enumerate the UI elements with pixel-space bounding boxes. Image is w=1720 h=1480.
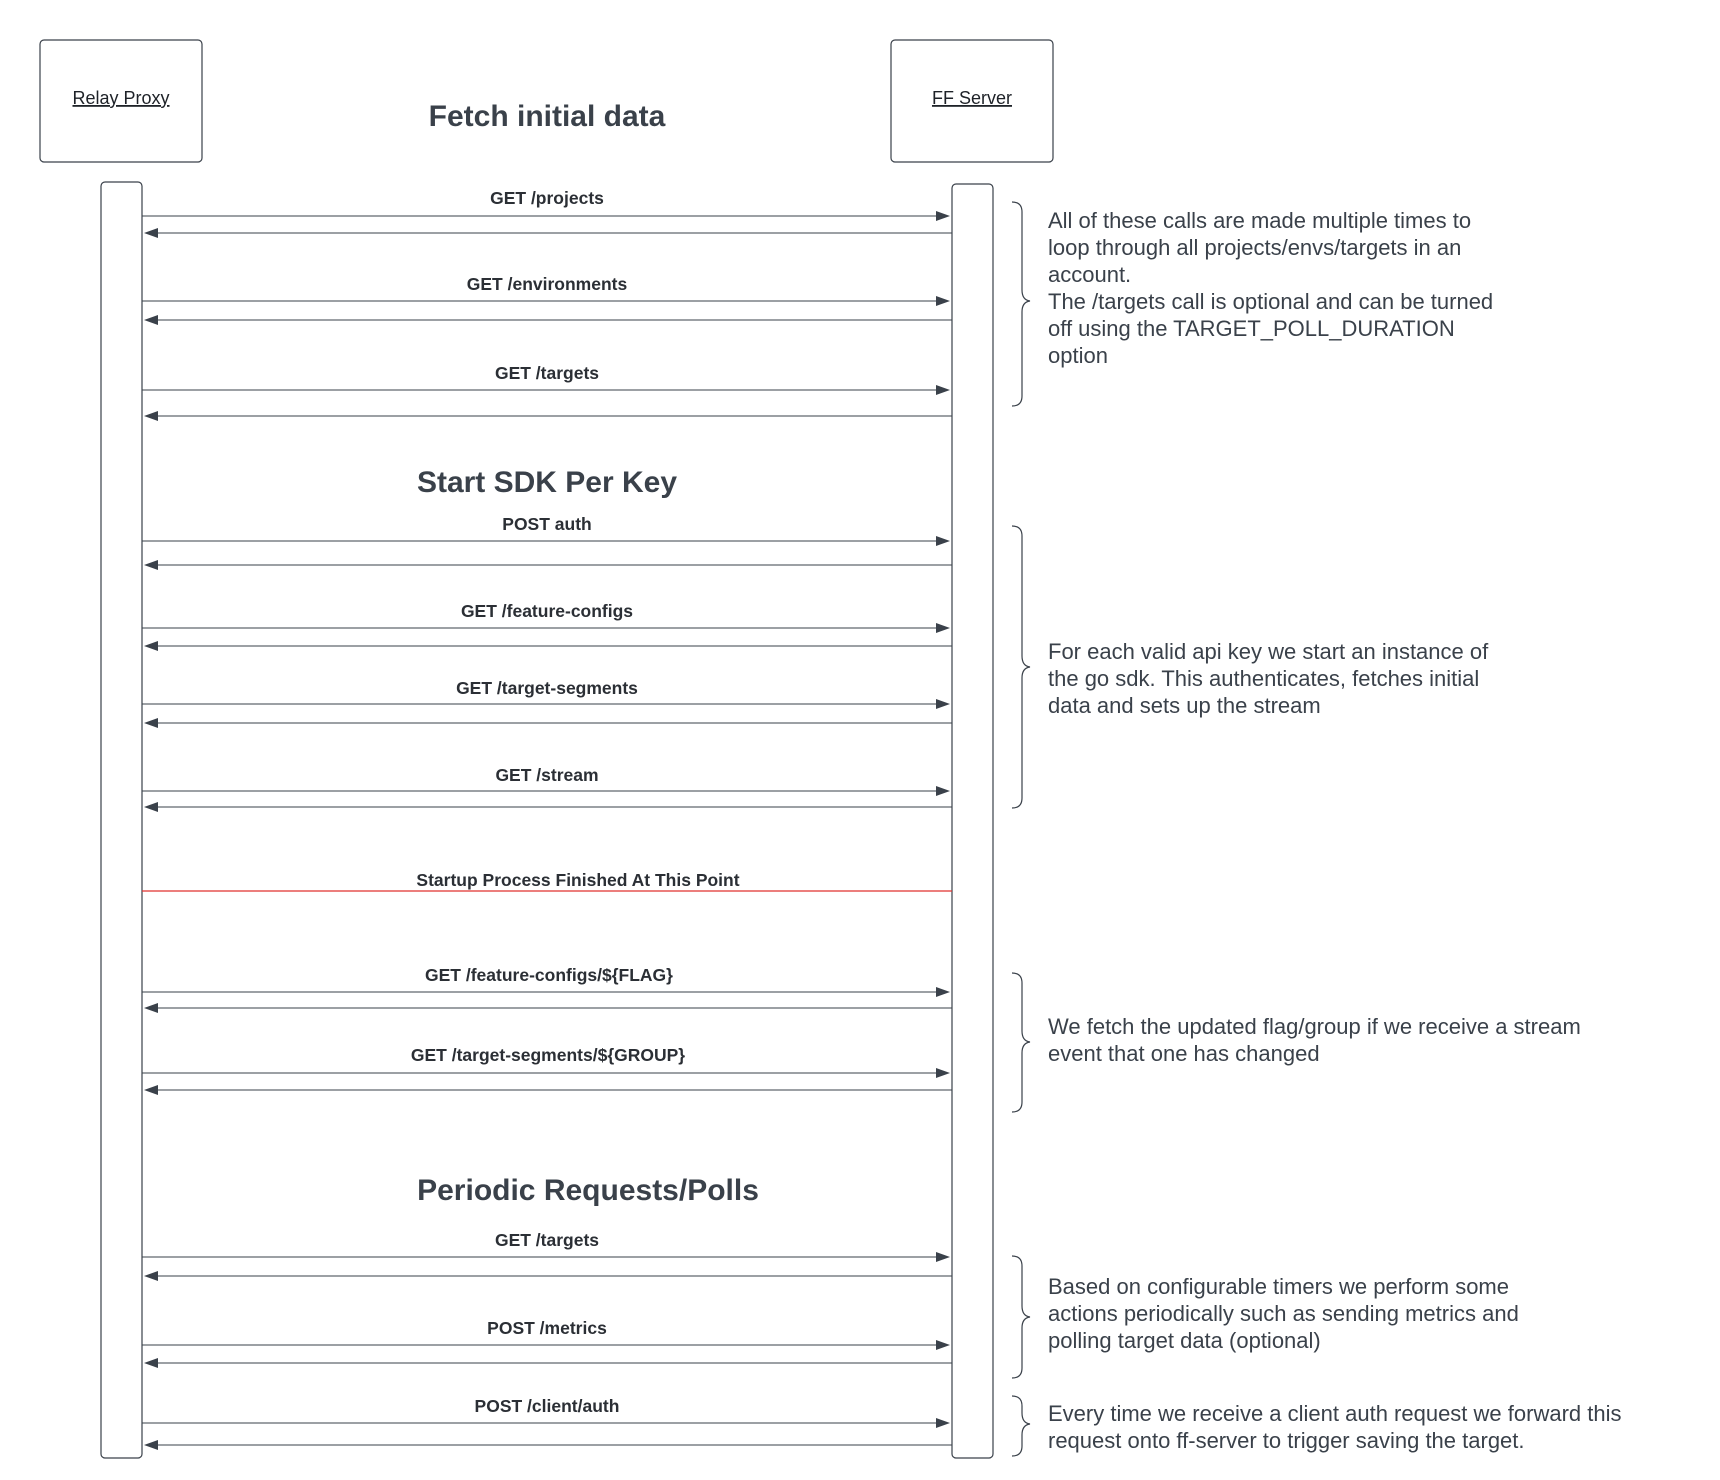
note-line: the go sdk. This authenticates, fetches … — [1048, 666, 1479, 691]
lifeline-ff-server — [951, 183, 994, 1459]
actor-ff-server: FF Server — [890, 39, 1054, 163]
note-line: For each valid api key we start an insta… — [1048, 639, 1489, 664]
request-arrowhead — [936, 536, 950, 546]
message-label: GET /environments — [467, 274, 628, 294]
message-label: POST /client/auth — [475, 1396, 620, 1416]
response-arrowhead — [144, 228, 158, 238]
message-label: GET /stream — [495, 765, 598, 785]
message-label: GET /targets — [495, 363, 599, 383]
note-client-auth: Every time we receive a client auth requ… — [1048, 1401, 1621, 1453]
actor-ff-server-label: FF Server — [932, 88, 1012, 108]
brace — [1011, 1395, 1031, 1457]
note-line: polling target data (optional) — [1048, 1328, 1321, 1353]
note-line: Every time we receive a client auth requ… — [1048, 1401, 1621, 1426]
note-start-sdk: For each valid api key we start an insta… — [1048, 639, 1489, 718]
note-line: request onto ff-server to trigger saving… — [1048, 1428, 1525, 1453]
response-arrowhead — [144, 1003, 158, 1013]
brace — [1011, 201, 1031, 407]
request-arrowhead — [936, 1252, 950, 1262]
note-line: We fetch the updated flag/group if we re… — [1048, 1014, 1581, 1039]
message-label: GET /feature-configs — [461, 601, 633, 621]
note-line: account. — [1048, 262, 1131, 287]
brace — [1011, 972, 1031, 1113]
request-arrowhead — [936, 699, 950, 709]
section-title-periodic: Periodic Requests/Polls — [417, 1174, 759, 1207]
message-label: GET /feature-configs/${FLAG} — [425, 965, 673, 985]
request-arrowhead — [936, 1068, 950, 1078]
response-arrowhead — [144, 560, 158, 570]
message-arrows — [142, 211, 952, 1450]
response-arrowhead — [144, 802, 158, 812]
response-arrowhead — [144, 411, 158, 421]
note-fetch-initial: All of these calls are made multiple tim… — [1048, 208, 1493, 368]
note-periodic: Based on configurable timers we perform … — [1048, 1274, 1519, 1353]
note-line: option — [1048, 343, 1108, 368]
actor-relay-proxy-label: Relay Proxy — [72, 88, 169, 108]
startup-finished-label: Startup Process Finished At This Point — [416, 870, 739, 890]
response-arrowhead — [144, 718, 158, 728]
response-arrowhead — [144, 1440, 158, 1450]
note-line: data and sets up the stream — [1048, 693, 1321, 718]
request-arrowhead — [936, 1418, 950, 1428]
response-arrowhead — [144, 1271, 158, 1281]
note-line: loop through all projects/envs/targets i… — [1048, 235, 1461, 260]
response-arrowhead — [144, 641, 158, 651]
actor-relay-proxy: Relay Proxy — [39, 39, 203, 163]
note-line: Based on configurable timers we perform … — [1048, 1274, 1509, 1299]
section-title-fetch-initial: Fetch initial data — [429, 100, 666, 133]
note-updates: We fetch the updated flag/group if we re… — [1048, 1014, 1581, 1066]
message-label: POST /metrics — [487, 1318, 607, 1338]
message-label: GET /projects — [490, 188, 604, 208]
brace — [1011, 525, 1031, 809]
request-arrowhead — [936, 211, 950, 221]
request-arrowhead — [936, 296, 950, 306]
brace — [1011, 1255, 1031, 1379]
response-arrowhead — [144, 1085, 158, 1095]
request-arrowhead — [936, 987, 950, 997]
request-arrowhead — [936, 385, 950, 395]
note-line: off using the TARGET_POLL_DURATION — [1048, 316, 1455, 341]
sequence-diagram: Relay Proxy FF Server Fetch initial data… — [39, 39, 1621, 1459]
request-arrowhead — [936, 1340, 950, 1350]
request-arrowhead — [936, 786, 950, 796]
response-arrowhead — [144, 315, 158, 325]
note-line: The /targets call is optional and can be… — [1048, 289, 1493, 314]
response-arrowhead — [144, 1358, 158, 1368]
note-line: All of these calls are made multiple tim… — [1048, 208, 1471, 233]
message-label: GET /target-segments/${GROUP} — [411, 1045, 685, 1065]
note-line: event that one has changed — [1048, 1041, 1320, 1066]
message-label: GET /targets — [495, 1230, 599, 1250]
message-label: GET /target-segments — [456, 678, 638, 698]
note-line: actions periodically such as sending met… — [1048, 1301, 1519, 1326]
request-arrowhead — [936, 623, 950, 633]
section-title-start-sdk: Start SDK Per Key — [417, 466, 677, 499]
message-label: POST auth — [502, 514, 591, 534]
lifeline-relay-proxy — [100, 181, 143, 1459]
